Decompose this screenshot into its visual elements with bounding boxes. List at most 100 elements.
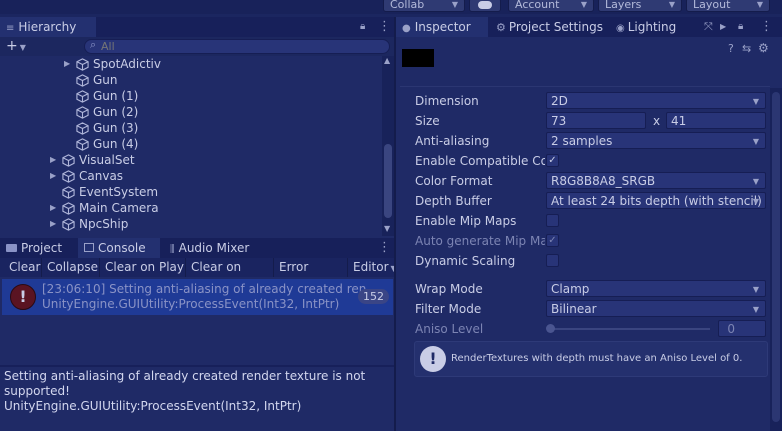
color-format-dropdown[interactable]: R8G8B8A8_SRGB ▼: [546, 172, 766, 189]
hierarchy-item[interactable]: Gun (4): [64, 136, 138, 152]
hierarchy-item[interactable]: ▶ SpotAdictiv: [64, 56, 161, 72]
wrap-mode-value: Clamp: [551, 282, 590, 296]
hierarchy-item[interactable]: Gun: [64, 72, 118, 88]
search-input[interactable]: [101, 40, 381, 53]
hierarchy-search[interactable]: ⌕: [84, 38, 390, 54]
more-icon[interactable]: ⋮: [760, 17, 773, 37]
scroll-down-icon[interactable]: ▼: [384, 224, 390, 233]
anti-aliasing-label: Anti-aliasing: [415, 134, 490, 148]
chevron-down-icon: ▼: [580, 0, 587, 9]
collapse-button[interactable]: Collapse: [42, 258, 100, 277]
log-entry[interactable]: ! [23:06:10] Setting anti-aliasing of al…: [2, 279, 393, 315]
layout-dropdown[interactable]: Layout ▼: [686, 0, 770, 12]
gameobject-cube-icon: [76, 57, 89, 71]
log-detail: Setting anti-aliasing of already created…: [4, 369, 388, 414]
log-message: [23:06:10] Setting anti-aliasing of alre…: [42, 282, 366, 296]
inspector-scrollbar[interactable]: [770, 88, 782, 431]
chevron-down-icon: ▼: [19, 43, 26, 52]
chevron-right-icon[interactable]: ▶: [720, 17, 726, 37]
editor-dropdown[interactable]: Editor▼: [348, 258, 397, 277]
dimension-label: Dimension: [415, 94, 479, 108]
hierarchy-item-label: EventSystem: [79, 185, 159, 199]
console-tab-label: Console: [98, 241, 146, 255]
settings-icon[interactable]: ⚙: [758, 41, 769, 55]
compatible-color-checkbox[interactable]: ✓: [546, 154, 559, 167]
tab-hierarchy[interactable]: ≡ Hierarchy: [0, 17, 96, 37]
tab-audio-mixer[interactable]: ⫼ Audio Mixer: [164, 238, 264, 258]
account-dropdown[interactable]: Account ▼: [508, 0, 594, 12]
foldout-arrow-icon[interactable]: ▶: [50, 152, 62, 168]
wrap-mode-label: Wrap Mode: [415, 282, 483, 296]
project-tab-label: Project: [21, 241, 63, 255]
filter-mode-dropdown[interactable]: Bilinear ▼: [546, 300, 766, 317]
size-x-input[interactable]: 73: [546, 112, 646, 129]
hierarchy-tab-label: Hierarchy: [18, 20, 77, 34]
collab-button[interactable]: Collab ▼: [383, 0, 465, 12]
clear-button[interactable]: Clear: [4, 258, 42, 277]
hierarchy-item-label: Main Camera: [79, 201, 159, 215]
chevron-down-icon: ▼: [752, 197, 759, 206]
foldout-arrow-icon[interactable]: ▶: [50, 168, 62, 184]
lock-icon[interactable]: 🔒︎: [360, 17, 365, 37]
add-dropdown[interactable]: + ▼: [6, 37, 26, 56]
chevron-down-icon: ▼: [752, 305, 759, 314]
hierarchy-item[interactable]: ▶ NpcShip: [50, 216, 128, 232]
foldout-arrow-icon[interactable]: ▶: [50, 216, 62, 232]
lighting-tab-label: Lighting: [627, 20, 677, 34]
hierarchy-scrollbar[interactable]: ▲ ▼: [382, 56, 394, 236]
audio-mixer-icon: ⫼: [170, 244, 175, 255]
account-label: Account: [515, 0, 560, 11]
console-splitter[interactable]: [0, 365, 394, 367]
detail-stacktrace: UnityEngine.GUIUtility:ProcessEvent(Int3…: [4, 399, 302, 413]
hierarchy-item[interactable]: ▶ Main Camera: [50, 200, 159, 216]
error-pause-button[interactable]: Error Pause: [274, 258, 348, 293]
hierarchy-item[interactable]: EventSystem: [50, 184, 158, 200]
anti-aliasing-dropdown[interactable]: 2 samples ▼: [546, 132, 766, 149]
inspector-tab-label: Inspector: [414, 20, 471, 34]
tab-project[interactable]: Project: [0, 238, 78, 258]
preset-icon[interactable]: ⇆: [742, 42, 751, 55]
depth-buffer-dropdown[interactable]: At least 24 bits depth (with stencil) ▼: [546, 192, 766, 209]
dimension-dropdown[interactable]: 2D ▼: [546, 92, 766, 109]
layers-dropdown[interactable]: Layers ▼: [598, 0, 682, 12]
more-icon[interactable]: ⋮: [378, 17, 391, 37]
chevron-down-icon: ▼: [752, 137, 759, 146]
hierarchy-item[interactable]: Gun (1): [64, 88, 138, 104]
foldout-arrow-icon[interactable]: ▶: [50, 200, 62, 216]
help-icon[interactable]: ?: [728, 42, 734, 55]
anti-aliasing-value: 2 samples: [551, 134, 613, 148]
hierarchy-item[interactable]: ▶ VisualSet: [50, 152, 135, 168]
hierarchy-item-label: VisualSet: [79, 153, 135, 167]
mip-maps-checkbox[interactable]: [546, 214, 559, 227]
maximize-icon[interactable]: ⤧: [704, 17, 713, 37]
foldout-arrow-icon[interactable]: ▶: [64, 56, 76, 72]
clear-on-build-button[interactable]: Clear on Build: [186, 258, 274, 293]
lock-icon[interactable]: 🔒︎: [738, 17, 743, 37]
hierarchy-item[interactable]: ▶ Canvas: [50, 168, 123, 184]
wrap-mode-dropdown[interactable]: Clamp ▼: [546, 280, 766, 297]
hierarchy-item[interactable]: Gun (3): [64, 120, 138, 136]
gameobject-cube-icon: [62, 185, 75, 199]
hierarchy-item-label: Gun (4): [93, 137, 139, 151]
aniso-level-slider: [550, 328, 710, 330]
size-label: Size: [415, 114, 440, 128]
cloud-icon: [478, 1, 492, 9]
hierarchy-item[interactable]: Gun (2): [64, 104, 138, 120]
collab-label: Collab: [390, 0, 425, 11]
tab-console[interactable]: Console: [78, 238, 160, 258]
tab-lighting[interactable]: ◉ Lighting: [610, 17, 692, 37]
scroll-up-icon[interactable]: ▲: [384, 56, 390, 65]
log-stacktrace: UnityEngine.GUIUtility:ProcessEvent(Int3…: [42, 297, 340, 311]
tab-project-settings[interactable]: ⚙ Project Settings: [490, 17, 608, 37]
scrollbar-thumb[interactable]: [772, 92, 780, 422]
scrollbar-thumb[interactable]: [384, 144, 392, 218]
dynamic-scaling-checkbox[interactable]: [546, 254, 559, 267]
layout-label: Layout: [693, 0, 731, 11]
size-y-input[interactable]: 41: [666, 112, 766, 129]
clear-on-play-button[interactable]: Clear on Play: [100, 258, 186, 277]
more-icon[interactable]: ⋮: [378, 238, 391, 258]
cloud-button[interactable]: [469, 0, 501, 12]
tab-inspector[interactable]: ● Inspector: [396, 17, 488, 37]
chevron-down-icon: ▼: [668, 0, 675, 9]
color-format-label: Color Format: [415, 174, 493, 188]
